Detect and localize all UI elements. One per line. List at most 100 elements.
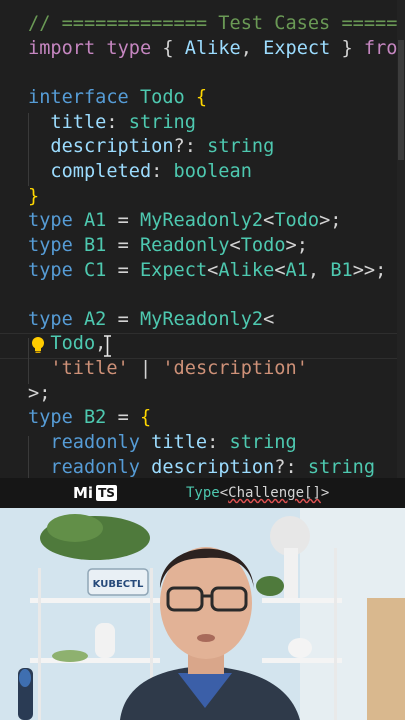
series-title-type: Type bbox=[186, 485, 220, 501]
code-token: type bbox=[106, 37, 152, 59]
code-line[interactable]: readonly title: string bbox=[28, 431, 297, 455]
code-token: < bbox=[263, 308, 275, 330]
code-token: string bbox=[307, 456, 376, 478]
shelf bbox=[262, 598, 342, 603]
code-token: title bbox=[151, 432, 208, 454]
vase bbox=[95, 623, 115, 658]
lightbulb-icon[interactable] bbox=[30, 336, 46, 354]
logo-ts-badge: TS bbox=[96, 485, 117, 501]
code-token: < bbox=[207, 259, 219, 281]
code-token: >; bbox=[28, 382, 51, 404]
code-line[interactable]: type A2 = MyReadonly2< bbox=[28, 308, 274, 332]
code-token: string bbox=[229, 432, 297, 454]
code-line[interactable]: >; bbox=[28, 382, 50, 406]
code-token: C1 bbox=[83, 259, 107, 281]
code-token: = bbox=[106, 234, 140, 256]
code-line[interactable]: type B1 = Readonly<Todo>; bbox=[28, 234, 308, 258]
code-token: string bbox=[128, 111, 196, 133]
code-token: description bbox=[151, 456, 275, 478]
code-token: completed bbox=[50, 160, 152, 182]
code-token: : bbox=[207, 432, 230, 454]
code-token: { bbox=[139, 407, 152, 429]
code-line[interactable]: description?: string bbox=[28, 135, 274, 159]
indent-guide bbox=[28, 113, 29, 186]
shelf bbox=[262, 658, 342, 663]
series-title-close: > bbox=[320, 485, 330, 501]
code-token: = bbox=[106, 259, 140, 281]
code-line[interactable]: type A1 = MyReadonly2<Todo>; bbox=[28, 209, 341, 233]
code-token: >; bbox=[285, 234, 308, 256]
code-token: MyReadonly2 bbox=[139, 210, 264, 232]
code-token: B2 bbox=[83, 407, 107, 429]
code-token: 'description' bbox=[162, 358, 308, 380]
logo-mi-text: Mi bbox=[73, 484, 94, 502]
code-token: A2 bbox=[83, 308, 107, 330]
code-line[interactable]: type B2 = { bbox=[28, 406, 151, 430]
code-token: ?: bbox=[274, 456, 308, 478]
code-token: 'title' bbox=[50, 358, 129, 380]
code-token: MyReadonly2 bbox=[139, 308, 264, 330]
code-token: readonly bbox=[50, 432, 140, 454]
code-line[interactable]: type C1 = Expect<Alike<A1, B1>>; bbox=[28, 259, 386, 283]
code-token: type bbox=[28, 308, 73, 330]
code-token: type bbox=[28, 259, 73, 281]
webcam-video: KUBECTL bbox=[0, 508, 405, 720]
code-token: A1 bbox=[83, 210, 107, 232]
code-token: = bbox=[106, 210, 140, 232]
code-token: , bbox=[240, 37, 264, 59]
code-token: : bbox=[106, 111, 129, 133]
vertical-scrollbar[interactable] bbox=[397, 0, 405, 478]
code-line[interactable]: } bbox=[28, 185, 39, 209]
code-token: | bbox=[128, 358, 163, 380]
code-token: >; bbox=[319, 210, 342, 232]
code-token: : bbox=[151, 160, 174, 182]
code-editor[interactable]: // ============= Test Cases ============… bbox=[0, 0, 405, 478]
code-line[interactable]: import type { Alike, Expect } from '@t bbox=[28, 37, 405, 61]
code-token: { bbox=[151, 37, 185, 59]
code-token: type bbox=[28, 210, 73, 232]
code-token: import bbox=[28, 37, 96, 59]
series-title-open: < bbox=[219, 485, 229, 501]
code-token: < bbox=[229, 234, 241, 256]
code-token: < bbox=[263, 210, 275, 232]
shelf bbox=[30, 658, 160, 663]
code-line[interactable]: readonly description?: string bbox=[28, 456, 375, 478]
code-token: description bbox=[50, 136, 174, 158]
code-token: string bbox=[207, 136, 275, 158]
code-line[interactable]: // ============= Test Cases ============ bbox=[28, 12, 405, 36]
code-token: Alike bbox=[218, 259, 275, 281]
code-token: readonly bbox=[50, 456, 140, 478]
kubectl-sign-text: KUBECTL bbox=[93, 579, 144, 590]
code-token: } bbox=[330, 37, 364, 59]
code-token: title bbox=[50, 111, 107, 133]
code-token: type bbox=[28, 234, 73, 256]
code-token: Expect bbox=[263, 37, 331, 59]
code-token: >>; bbox=[352, 259, 387, 281]
code-token: Todo bbox=[240, 234, 286, 256]
shelf bbox=[30, 598, 160, 603]
code-line[interactable]: 'title' | 'description' bbox=[28, 357, 308, 381]
code-line[interactable]: interface Todo { bbox=[28, 86, 207, 110]
scrollbar-thumb[interactable] bbox=[398, 40, 404, 160]
code-token: { bbox=[184, 86, 208, 108]
presenter-scene: KUBECTL bbox=[0, 508, 405, 720]
code-token: // ============= Test Cases ============ bbox=[28, 13, 405, 34]
code-token: interface bbox=[28, 86, 129, 108]
code-token: Expect bbox=[139, 259, 208, 281]
code-token: boolean bbox=[173, 160, 252, 182]
code-line[interactable]: completed: boolean bbox=[28, 160, 252, 184]
code-token: ?: bbox=[173, 136, 208, 158]
code-line[interactable]: title: string bbox=[28, 111, 196, 135]
code-token: = bbox=[106, 308, 140, 330]
code-token: , bbox=[307, 259, 331, 281]
